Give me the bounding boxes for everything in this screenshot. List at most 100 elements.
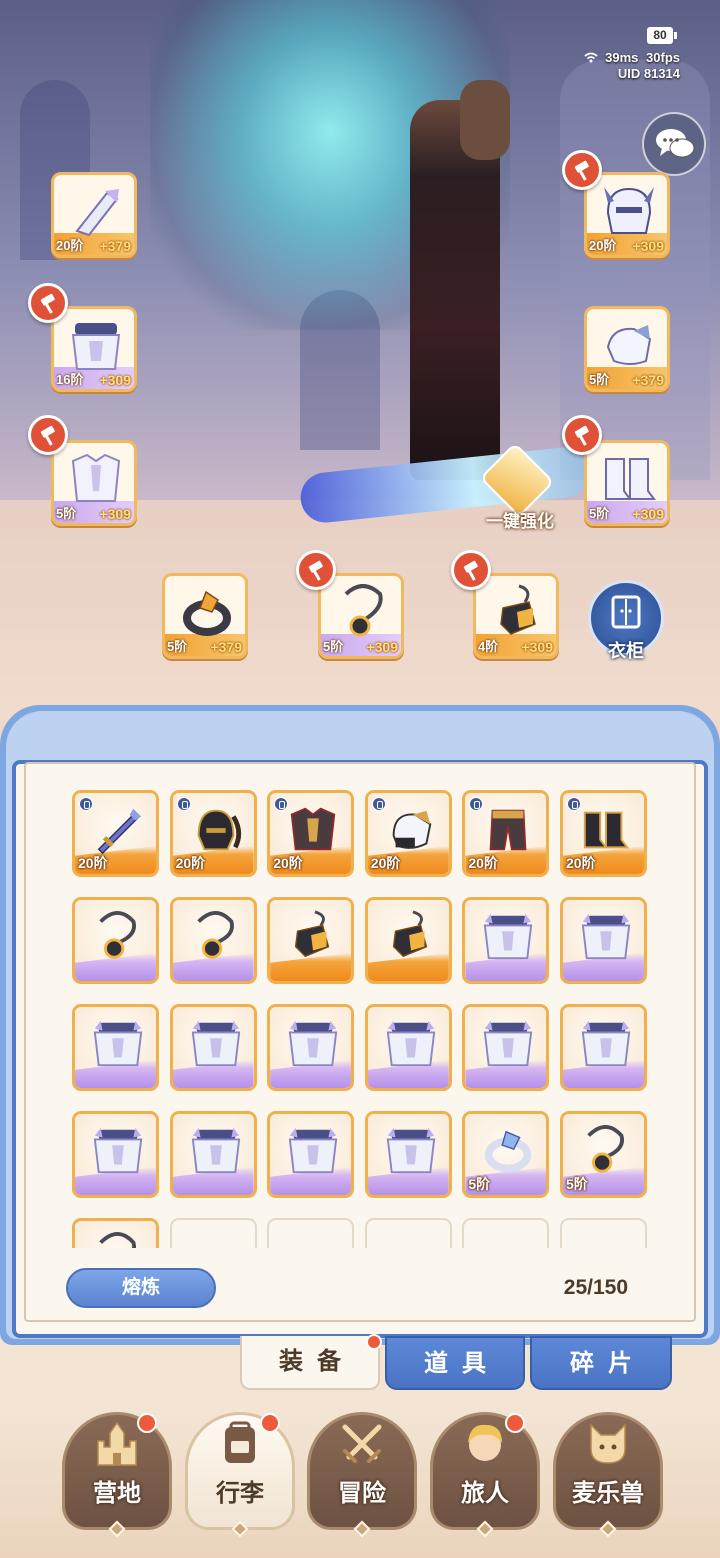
inventory-slot[interactable]: 20阶 — [169, 790, 257, 877]
inventory-slot[interactable] — [72, 1218, 159, 1248]
inventory-slot[interactable] — [267, 897, 355, 984]
inventory-slot-empty[interactable] — [560, 1218, 647, 1248]
inventory-slot[interactable] — [169, 897, 257, 984]
wardrobe-button[interactable]: 衣柜 — [588, 580, 664, 661]
nav-luggage[interactable]: 行李 — [185, 1412, 295, 1538]
nav-pet[interactable]: 麦乐兽 — [553, 1412, 663, 1538]
tab-equipment[interactable]: 装备 — [240, 1336, 380, 1390]
inventory-slot[interactable]: 20阶 — [72, 790, 159, 877]
inventory-slot[interactable]: 20阶 — [560, 790, 647, 877]
hammer-icon — [574, 160, 589, 181]
hammer-icon — [308, 560, 323, 581]
equipped-slot-chest[interactable]: 5阶 +309 — [51, 440, 137, 526]
inventory-slot[interactable] — [72, 1004, 159, 1091]
armor-icon — [581, 913, 631, 960]
nav-pet-label: 麦乐兽 — [572, 1480, 644, 1507]
inventory-slot[interactable] — [169, 1111, 257, 1198]
equipped-slot-boots[interactable]: 5阶 +309 — [584, 440, 670, 526]
wardrobe-label: 衣柜 — [608, 641, 644, 661]
equipped-slot-ring[interactable]: 5阶 +379 — [162, 573, 248, 659]
item-tier: 5阶 — [566, 1176, 588, 1192]
leggings-icon — [490, 809, 527, 851]
nav-traveler[interactable]: 旅人 — [430, 1412, 540, 1538]
tab-equipment-badge — [366, 1334, 382, 1350]
player-character-head — [460, 80, 510, 160]
necklace-icon — [344, 584, 383, 637]
tab-items[interactable]: 道具 — [385, 1336, 525, 1390]
equipped-slot-pendant[interactable]: 4阶 +309 — [473, 573, 559, 659]
one-click-enhance-label: 一键强化 — [486, 512, 554, 531]
inventory-slot[interactable] — [72, 1111, 159, 1198]
item-tier: 5阶 — [56, 506, 77, 521]
one-click-enhance-button[interactable]: 一键强化 — [470, 442, 570, 535]
item-enhance-level: +309 — [99, 506, 131, 522]
wardrobe-icon — [611, 595, 641, 629]
item-tier: 20阶 — [589, 238, 617, 253]
battery-indicator: 80 — [647, 27, 677, 44]
enhance-available-badge[interactable] — [28, 415, 68, 455]
inventory-slot-empty[interactable] — [364, 1218, 452, 1248]
chat-bubbles-icon — [656, 129, 695, 158]
inventory-slot[interactable] — [169, 1004, 257, 1091]
inventory-slot[interactable] — [560, 1004, 647, 1091]
inventory-slot-empty[interactable] — [462, 1218, 550, 1248]
enhance-available-badge[interactable] — [451, 550, 491, 590]
equipped-slot-bracer[interactable]: 20阶 +379 — [51, 172, 137, 258]
necklace-icon — [99, 1231, 136, 1248]
inventory-slot[interactable]: 20阶 — [267, 790, 355, 877]
nav-adventure[interactable]: 冒险 — [307, 1412, 417, 1538]
inventory-slot[interactable] — [364, 1004, 452, 1091]
inventory-slot-empty[interactable] — [169, 1218, 257, 1248]
hammer-icon — [463, 560, 478, 581]
armor-icon — [288, 1127, 338, 1174]
armor-icon — [581, 1020, 631, 1067]
tab-fragments[interactable]: 碎片 — [530, 1336, 672, 1390]
inventory-slot[interactable] — [267, 1004, 355, 1091]
inventory-slot[interactable]: 20阶 — [462, 790, 550, 877]
item-tier: 5阶 — [589, 372, 610, 387]
nav-traveler-label: 旅人 — [461, 1480, 509, 1507]
item-tier: 20阶 — [78, 855, 108, 871]
hammer-icon — [40, 425, 55, 446]
inventory-slot[interactable] — [560, 897, 647, 984]
lock-icon — [371, 797, 386, 811]
item-tier: 5阶 — [323, 639, 344, 654]
inventory-slot[interactable] — [462, 1004, 550, 1091]
smelt-button[interactable]: 熔炼 — [66, 1268, 216, 1308]
necklace-icon — [587, 1124, 624, 1173]
inventory-slot[interactable] — [267, 1111, 355, 1198]
traveler-portrait-icon — [468, 1424, 502, 1461]
chestplate-icon — [290, 807, 336, 851]
boots-icon — [583, 811, 630, 849]
inventory-slot[interactable] — [72, 897, 159, 984]
pendant-icon — [500, 584, 536, 635]
enhance-available-badge[interactable] — [562, 150, 602, 190]
pendant-icon — [392, 910, 428, 958]
armor-icon — [288, 1020, 338, 1067]
inventory-slot[interactable]: 5阶 — [560, 1111, 647, 1198]
equipped-slot-necklace[interactable]: 5阶 +309 — [318, 573, 404, 659]
sword-icon — [97, 808, 142, 855]
wifi-icon — [583, 52, 598, 63]
inventory-slot[interactable]: 20阶 — [364, 790, 452, 877]
inventory-slot[interactable] — [462, 897, 550, 984]
lock-icon — [79, 797, 93, 811]
enhance-available-badge[interactable] — [28, 283, 68, 323]
inventory-slot[interactable]: 5阶 — [462, 1111, 550, 1198]
glove-icon — [392, 810, 432, 849]
chat-button[interactable] — [642, 112, 706, 176]
item-tier: 16阶 — [56, 372, 84, 387]
item-tier: 20阶 — [273, 855, 303, 871]
equipped-slot-helm[interactable]: 20阶 +309 — [584, 172, 670, 258]
inventory-slot[interactable] — [364, 897, 452, 984]
helmet-icon — [197, 809, 241, 851]
equipped-slot-armor[interactable]: 16阶 +309 — [51, 306, 137, 392]
necklace-icon — [196, 910, 234, 959]
uid-label: UID 81314 — [617, 66, 680, 81]
nav-camp[interactable]: 营地 — [62, 1412, 172, 1538]
equipped-slot-gauntlet[interactable]: 5阶 +379 — [584, 306, 670, 392]
enhance-available-badge[interactable] — [296, 550, 336, 590]
armor-icon — [386, 1020, 436, 1067]
inventory-slot-empty[interactable] — [267, 1218, 355, 1248]
inventory-slot[interactable] — [364, 1111, 452, 1198]
